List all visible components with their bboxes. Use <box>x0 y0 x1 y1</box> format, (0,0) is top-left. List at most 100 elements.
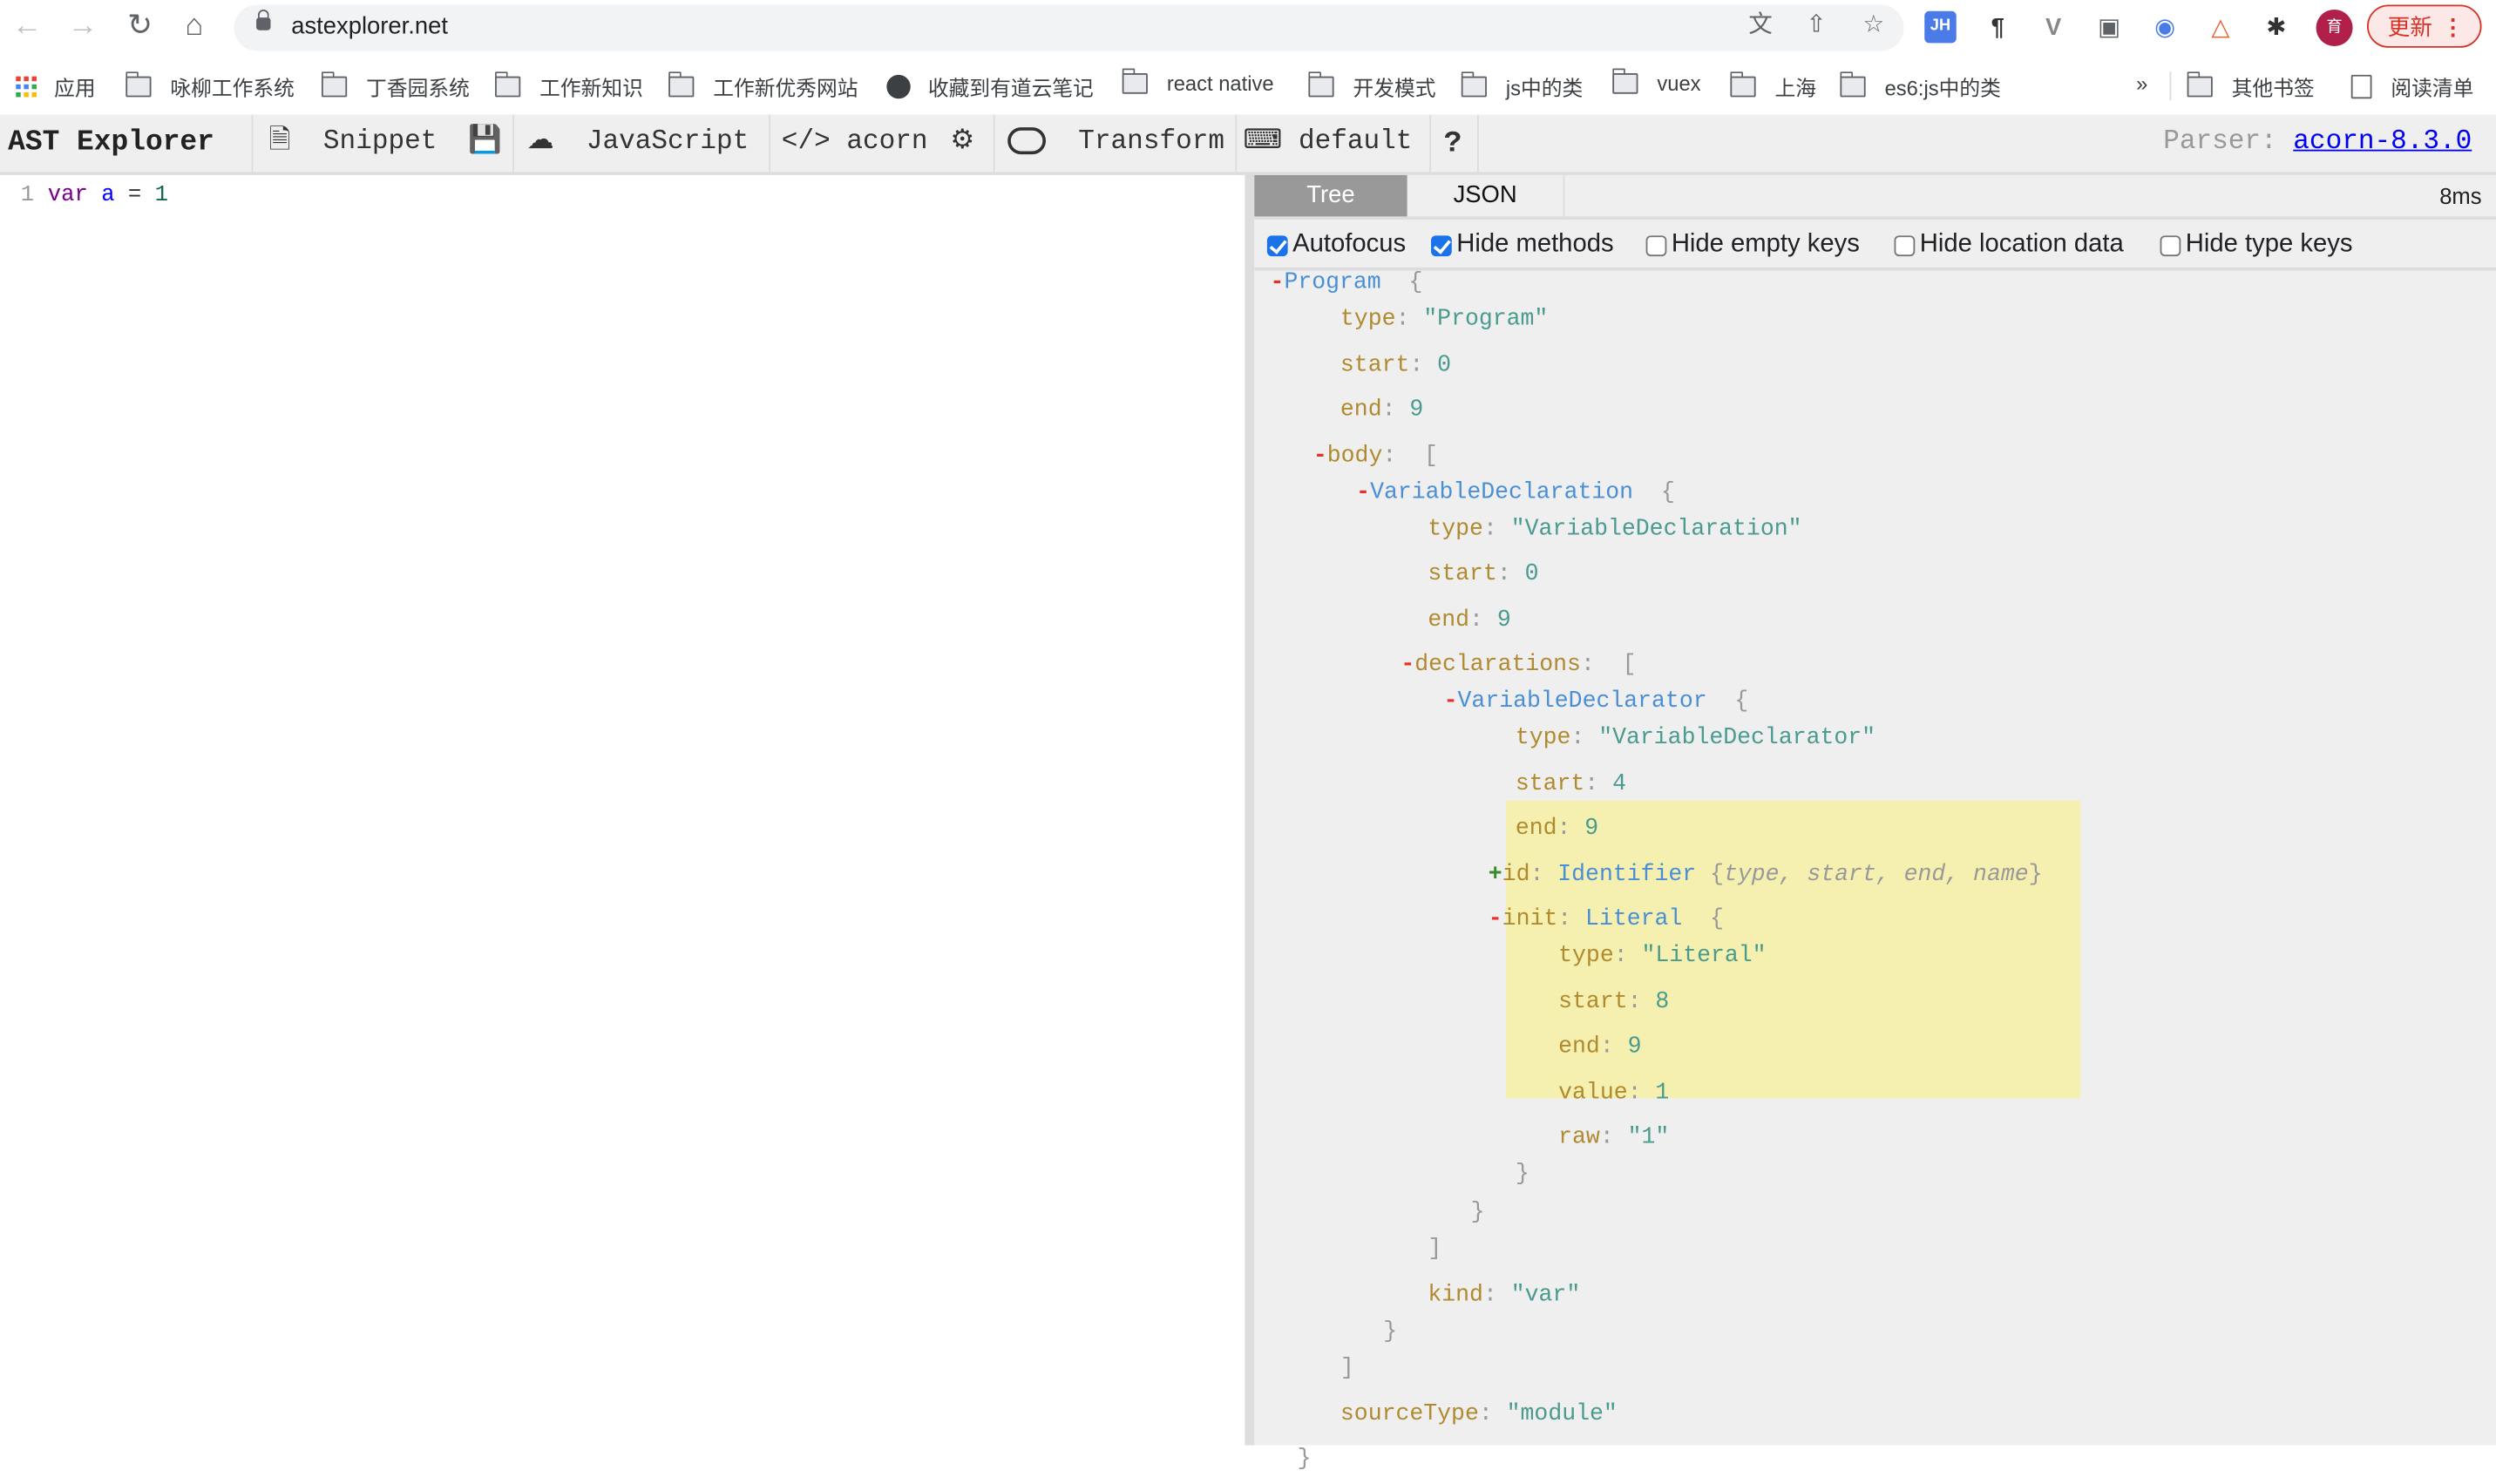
bookmark-link[interactable]: 收藏到有道云笔记 <box>886 71 1094 102</box>
tree-property[interactable]: type: "Literal" <box>1254 944 2496 989</box>
hide-methods-checkbox[interactable]: Hide methods <box>1431 231 1614 260</box>
help-button[interactable]: ? <box>1444 115 1462 173</box>
tree-node-program[interactable]: -Program { <box>1254 271 2496 308</box>
tab-tree[interactable]: Tree <box>1254 174 1407 217</box>
bookmark-folder[interactable]: 开发模式 <box>1307 71 1436 102</box>
tree-property[interactable]: type: "Program" <box>1254 308 2496 353</box>
tree-property[interactable]: end: 9 <box>1254 398 2496 444</box>
parser-menu[interactable]: </> acorn <box>782 115 928 173</box>
pane-resizer[interactable] <box>1245 174 1255 1446</box>
tree-property[interactable]: start: 0 <box>1254 562 2496 607</box>
snippet-menu[interactable]: 🗎 Snippet <box>269 115 437 173</box>
hide-location-data-checkbox[interactable]: Hide location data <box>1894 231 2124 260</box>
forward-icon[interactable]: → <box>64 10 102 48</box>
collapse-icon[interactable]: - <box>1444 689 1458 715</box>
tree-node-variable-declaration[interactable]: -VariableDeclaration { <box>1254 480 2496 517</box>
checkbox-icon[interactable] <box>2160 234 2181 256</box>
parser-version-link[interactable]: acorn-8.3.0 <box>2293 127 2472 158</box>
more-bookmarks-button[interactable]: » <box>2136 71 2147 95</box>
bookmark-other[interactable]: 其他书签 <box>2187 71 2315 102</box>
tree-property[interactable]: start: 4 <box>1254 771 2496 817</box>
expand-icon[interactable]: + <box>1489 862 1502 887</box>
bookmark-folder[interactable]: 上海 <box>1729 71 1816 102</box>
lock-icon[interactable] <box>256 9 271 30</box>
tree-node-variable-declarator[interactable]: -VariableDeclarator { <box>1254 689 2496 726</box>
code-editor[interactable]: 1 var a = 1 <box>0 174 1245 1446</box>
folder-icon <box>125 71 152 98</box>
language-menu[interactable]: ☁ JavaScript <box>527 115 749 173</box>
tab-json[interactable]: JSON <box>1407 174 1565 217</box>
bookmark-folder[interactable]: 工作新优秀网站 <box>668 71 858 102</box>
bookmark-label: 工作新优秀网站 <box>713 76 858 101</box>
bookmark-apps[interactable]: 应用 <box>16 71 96 102</box>
update-button[interactable]: 更新 ⋮ <box>2367 4 2482 48</box>
reload-icon[interactable]: ↻ <box>121 10 159 48</box>
tree-property[interactable]: type: "VariableDeclarator" <box>1254 726 2496 771</box>
tree-property-declarations[interactable]: -declarations: [ <box>1254 653 2496 689</box>
divider <box>1235 114 1238 173</box>
tree-node-literal[interactable]: -init: Literal { <box>1254 907 2496 944</box>
checkbox-checked-icon[interactable] <box>1266 234 1288 256</box>
bookmark-folder[interactable]: js中的类 <box>1461 71 1583 102</box>
collapse-icon[interactable]: - <box>1489 907 1502 932</box>
collapse-icon[interactable]: - <box>1271 271 1285 296</box>
bookmark-folder[interactable]: 丁香园系统 <box>321 71 470 102</box>
puzzle-icon[interactable]: ✱ <box>2259 11 2294 46</box>
tree-property[interactable]: end: 9 <box>1254 1034 2496 1080</box>
transform-toggle[interactable]: Transform <box>1007 115 1224 173</box>
tree-node-identifier-collapsed[interactable]: +id: Identifier {type, start, end, name} <box>1254 862 2496 907</box>
bookmark-folder[interactable]: vuex <box>1611 68 1701 96</box>
autofocus-checkbox[interactable]: Autofocus <box>1266 231 1406 260</box>
collapse-icon[interactable]: - <box>1313 444 1327 469</box>
update-label: 更新 <box>2387 14 2432 40</box>
property-value: 9 <box>1627 1034 1642 1060</box>
checkbox-checked-icon[interactable] <box>1431 234 1452 256</box>
ast-tree: -Program { type: "Program" start: 0 end:… <box>1254 271 2496 1484</box>
collapse-icon[interactable]: - <box>1401 653 1414 678</box>
profile-avatar[interactable]: 育 <box>2316 9 2353 46</box>
bookmark-folder[interactable]: 咏柳工作系统 <box>125 71 295 102</box>
bookmark-label: 咏柳工作系统 <box>170 76 295 101</box>
parse-time: 8ms <box>2439 183 2482 209</box>
tree-property[interactable]: kind: "var" <box>1254 1282 2496 1318</box>
collapse-icon[interactable]: - <box>1356 480 1370 505</box>
url-text[interactable]: astexplorer.net <box>291 13 448 40</box>
bookmark-folder[interactable]: react native <box>1122 68 1274 96</box>
tree-property-body[interactable]: -body: [ <box>1254 444 2496 480</box>
pilcrow-extension-icon[interactable]: ¶ <box>1980 11 2015 46</box>
checkbox-icon[interactable] <box>1645 234 1667 256</box>
extension-icon[interactable]: ◉ <box>2147 11 2182 46</box>
checkbox-icon[interactable] <box>1894 234 1916 256</box>
keyword: var <box>47 183 88 209</box>
extension-icon[interactable]: △ <box>2203 11 2238 46</box>
home-icon[interactable]: ⌂ <box>175 10 214 48</box>
tree-property[interactable]: end: 9 <box>1254 607 2496 653</box>
keymap-menu[interactable]: ⌨ default <box>1243 115 1412 173</box>
reading-list[interactable]: 阅读清单 <box>2350 71 2473 102</box>
property-key: sourceType <box>1340 1401 1479 1427</box>
tree-property[interactable]: start: 0 <box>1254 353 2496 398</box>
bookmark-folder[interactable]: 工作新知识 <box>494 71 643 102</box>
extension-icon[interactable]: ▣ <box>2092 11 2126 46</box>
jh-extension-icon[interactable]: JH <box>1924 10 1957 44</box>
address-bar[interactable]: astexplorer.net 文 ⇧ ☆ <box>234 4 1904 51</box>
hide-type-keys-checkbox[interactable]: Hide type keys <box>2160 231 2352 260</box>
vue-devtools-icon[interactable]: V <box>2036 11 2071 46</box>
tree-property[interactable]: end: 9 <box>1254 817 2496 862</box>
tree-property[interactable]: type: "VariableDeclaration" <box>1254 517 2496 562</box>
translate-icon[interactable]: 文 <box>1743 8 1778 43</box>
bookmark-folder[interactable]: es6:js中的类 <box>1839 71 2001 102</box>
hide-empty-keys-checkbox[interactable]: Hide empty keys <box>1645 231 1860 260</box>
save-icon[interactable]: 💾 <box>468 115 502 173</box>
bookmarks-bar: 应用 咏柳工作系统 丁香园系统 工作新知识 工作新优秀网站 收藏到有道云笔记 r… <box>0 57 2496 117</box>
code-line[interactable]: var a = 1 <box>48 183 168 208</box>
share-icon[interactable]: ⇧ <box>1799 8 1834 43</box>
star-icon[interactable]: ☆ <box>1856 8 1891 43</box>
globe-icon <box>886 74 911 99</box>
tree-property[interactable]: start: 8 <box>1254 989 2496 1034</box>
tree-property[interactable]: value: 1 <box>1254 1080 2496 1125</box>
tree-property[interactable]: sourceType: "module" <box>1254 1401 2496 1447</box>
gear-icon[interactable]: ⚙ <box>950 115 974 173</box>
back-icon[interactable]: ← <box>8 10 46 48</box>
tree-property[interactable]: raw: "1" <box>1254 1125 2496 1162</box>
